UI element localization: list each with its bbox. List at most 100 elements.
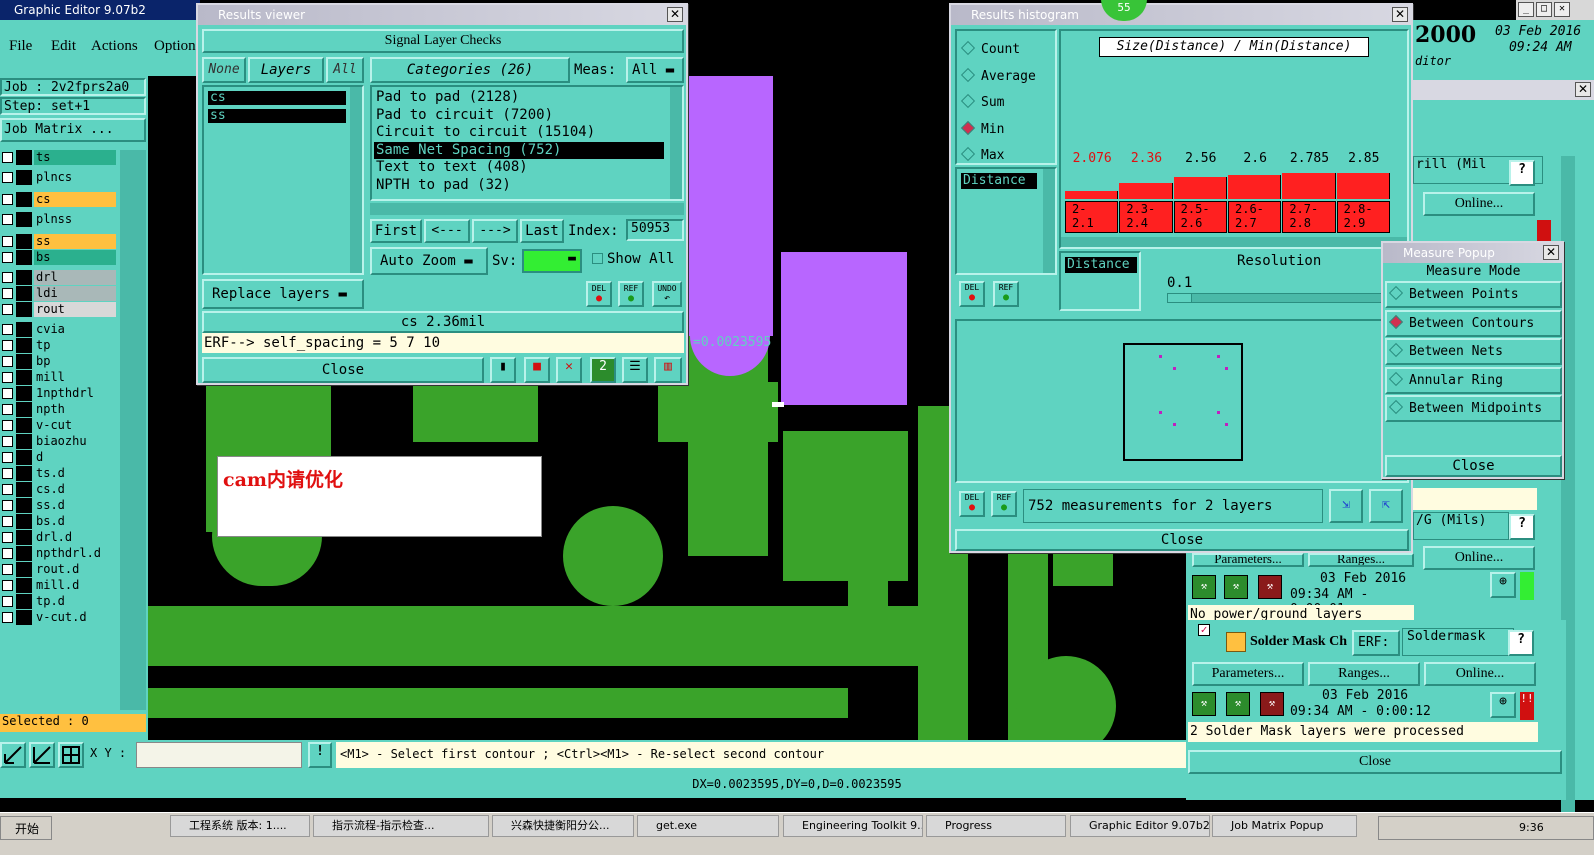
histogram-bar[interactable]: [1336, 173, 1390, 199]
angle-icon[interactable]: [29, 742, 55, 768]
layer-checkbox[interactable]: [2, 420, 13, 431]
close-icon[interactable]: ✕: [1392, 7, 1408, 22]
h-scrollbar[interactable]: [370, 203, 684, 215]
maximize-icon[interactable]: □: [1536, 2, 1552, 17]
preview-board[interactable]: [1123, 343, 1243, 461]
layer-row[interactable]: v-cut: [0, 418, 118, 433]
layer-checkbox[interactable]: [2, 580, 13, 591]
histogram-icon[interactable]: ▥: [654, 357, 682, 383]
help-button[interactable]: ?: [1509, 160, 1535, 186]
histogram-bar[interactable]: [1119, 183, 1173, 199]
bin-label[interactable]: 2- 2.1: [1065, 201, 1119, 233]
layer-row[interactable]: ts: [0, 150, 118, 165]
layer-checkbox[interactable]: [2, 612, 13, 623]
online-button[interactable]: Online...: [1423, 546, 1535, 570]
layer-row[interactable]: ss: [0, 234, 118, 249]
parameters-button[interactable]: Parameters...: [1192, 553, 1304, 567]
stat-option[interactable]: Min: [960, 117, 1036, 144]
last-button[interactable]: Last: [520, 219, 564, 243]
layer-checkbox[interactable]: [2, 252, 13, 263]
layer-checkbox[interactable]: [2, 500, 13, 511]
sv-color-select[interactable]: ▬: [522, 249, 582, 273]
layer-row[interactable]: v-cut.d: [0, 610, 118, 625]
resolution-slider[interactable]: [1167, 293, 1403, 303]
ref-button[interactable]: REF ●: [618, 281, 644, 307]
layer-row[interactable]: plnss: [0, 212, 118, 227]
layer-row[interactable]: tp: [0, 338, 118, 353]
layer-row[interactable]: plncs: [0, 170, 118, 185]
erf-button[interactable]: ERF:: [1352, 630, 1400, 656]
report-icon[interactable]: ☰: [622, 357, 648, 383]
next-button[interactable]: --->: [472, 219, 518, 243]
list-item[interactable]: Distance: [961, 173, 1037, 189]
layer-checkbox[interactable]: [2, 452, 13, 463]
layer-row[interactable]: bp: [0, 354, 118, 369]
list-item[interactable]: ss: [208, 109, 346, 123]
stat-option[interactable]: Max: [960, 143, 1036, 170]
xy-input[interactable]: [136, 742, 302, 768]
zoom-icon[interactable]: ⊕: [1490, 572, 1516, 598]
stop-icon[interactable]: ⚒: [1258, 575, 1282, 599]
category-item[interactable]: Same Net Spacing (752): [374, 141, 664, 160]
category-item[interactable]: Pad to pad (2128): [374, 89, 664, 107]
histogram-bar[interactable]: [1173, 177, 1227, 199]
auto-zoom-select[interactable]: Auto Zoom ▬: [370, 247, 488, 275]
stat-option[interactable]: Sum: [960, 90, 1036, 117]
layer-checkbox[interactable]: [2, 236, 13, 247]
enable-checkbox[interactable]: ✓: [1198, 624, 1210, 636]
layer-checkbox[interactable]: [2, 372, 13, 383]
parameters-button[interactable]: Parameters...: [1192, 662, 1304, 686]
taskbar-item[interactable]: Job Matrix Popup: [1212, 815, 1357, 837]
h-scrollbar[interactable]: [1061, 237, 1407, 247]
stop-icon[interactable]: ⚒: [1260, 692, 1284, 716]
replace-layers-select[interactable]: Replace layers ▬: [202, 279, 364, 309]
close-icon[interactable]: ✕: [667, 7, 683, 22]
run-icon[interactable]: ⚒: [1192, 575, 1216, 599]
bin-label[interactable]: 2.8- 2.9: [1336, 201, 1390, 233]
menu-option[interactable]: Option: [154, 38, 196, 55]
close-button[interactable]: Close: [955, 529, 1409, 551]
none-button[interactable]: None: [202, 57, 246, 83]
layer-checkbox[interactable]: [2, 152, 13, 163]
layer-row[interactable]: ss.d: [0, 498, 118, 513]
flag-icon[interactable]: ▮: [490, 357, 516, 383]
layer-row[interactable]: rout: [0, 302, 118, 317]
layer-checkbox[interactable]: [2, 484, 13, 495]
layer-checkbox[interactable]: [2, 516, 13, 527]
taskbar-item[interactable]: 工程系统 版本: 1....: [170, 815, 310, 837]
layer-checkbox[interactable]: [2, 532, 13, 543]
run-icon[interactable]: ⚒: [1226, 692, 1250, 716]
help-button[interactable]: ?: [1508, 630, 1534, 656]
measure-option[interactable]: Between Contours: [1385, 309, 1562, 337]
layer-row[interactable]: mill: [0, 370, 118, 385]
meas-select[interactable]: All ▬: [626, 57, 684, 83]
layer-checkbox[interactable]: [2, 172, 13, 183]
layer-row[interactable]: npthdrl.d: [0, 546, 118, 561]
layer-checkbox[interactable]: [2, 564, 13, 575]
layer-row[interactable]: tp.d: [0, 594, 118, 609]
layer-row[interactable]: bs: [0, 250, 118, 265]
layer-checkbox[interactable]: [2, 356, 13, 367]
layer-row[interactable]: ldi: [0, 286, 118, 301]
ref-button[interactable]: REF ●: [991, 491, 1017, 517]
layer-row[interactable]: drl.d: [0, 530, 118, 545]
layer-checkbox[interactable]: [2, 324, 13, 335]
zoom-icon[interactable]: ⊕: [1490, 692, 1516, 718]
online-button[interactable]: Online...: [1423, 192, 1535, 216]
layer-row[interactable]: cs: [0, 192, 118, 207]
undo-button[interactable]: UNDO ↶: [652, 281, 682, 307]
minimize-icon[interactable]: _: [1518, 2, 1534, 17]
layer-row[interactable]: bs.d: [0, 514, 118, 529]
bin-label[interactable]: 2.5- 2.6: [1173, 201, 1227, 233]
layer-checkbox[interactable]: [2, 404, 13, 415]
stat-option[interactable]: Average: [960, 64, 1036, 91]
layer-row[interactable]: cs.d: [0, 482, 118, 497]
run-icon[interactable]: ⚒: [1224, 575, 1248, 599]
layer-scrollbar[interactable]: [120, 150, 146, 710]
layer-row[interactable]: rout.d: [0, 562, 118, 577]
taskbar-item[interactable]: Engineering Toolkit 9....: [783, 815, 923, 837]
taskbar-item[interactable]: Graphic Editor 9.07b2...: [1070, 815, 1210, 837]
start-button[interactable]: 开始: [0, 816, 52, 840]
layer-row[interactable]: ts.d: [0, 466, 118, 481]
first-button[interactable]: First: [370, 219, 422, 243]
